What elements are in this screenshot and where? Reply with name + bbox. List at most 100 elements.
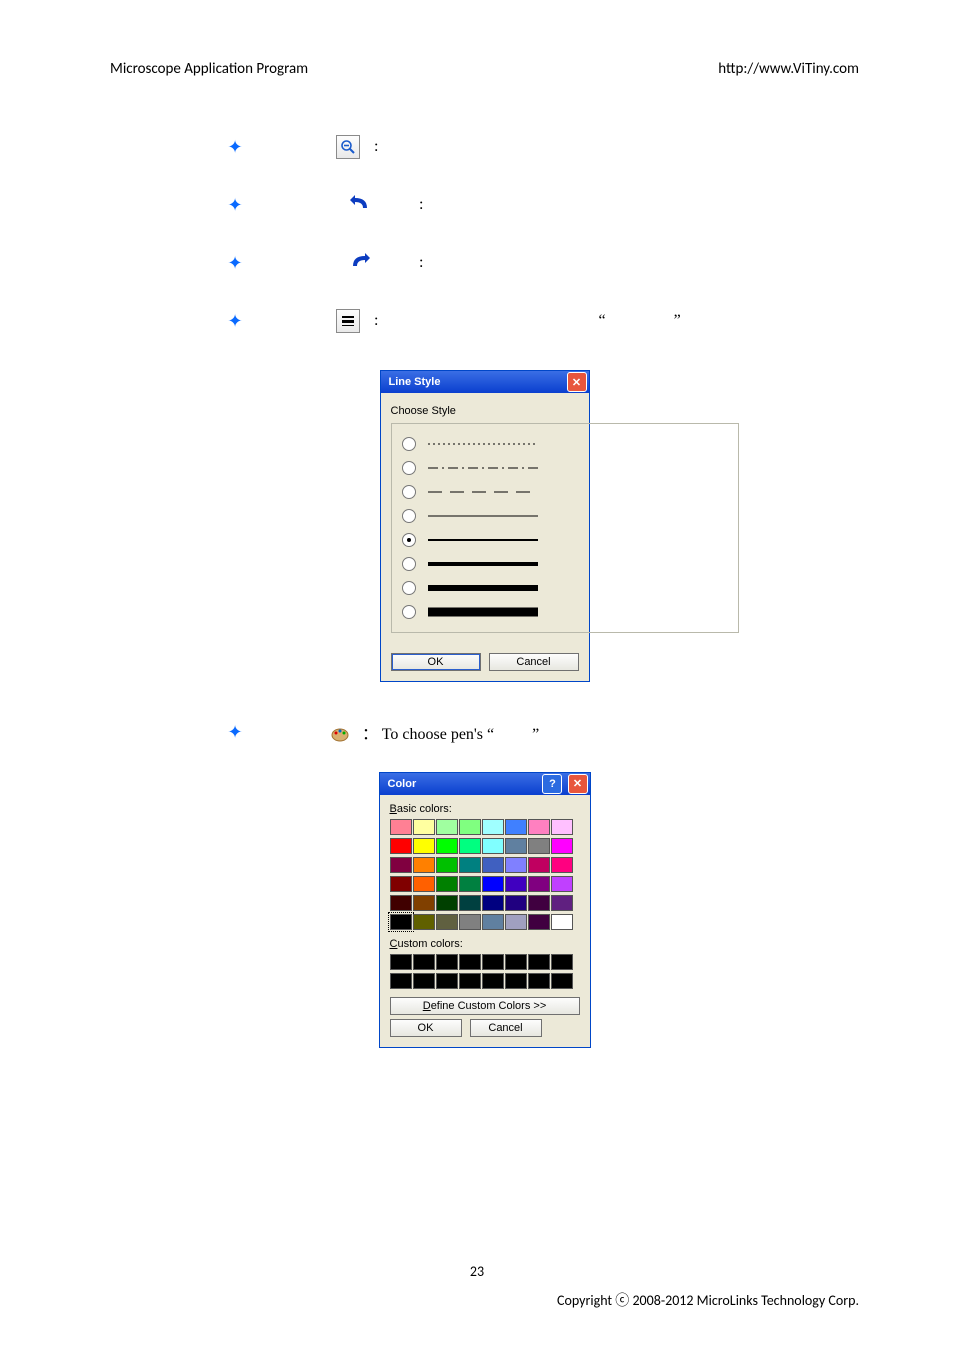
- basic-color-swatch[interactable]: [413, 876, 435, 892]
- custom-color-swatch[interactable]: [459, 973, 481, 989]
- custom-color-swatch[interactable]: [551, 973, 573, 989]
- custom-color-swatch[interactable]: [505, 954, 527, 970]
- custom-color-grid: [390, 954, 580, 989]
- define-custom-button[interactable]: Define Custom Colors >>: [390, 997, 580, 1015]
- help-icon[interactable]: ?: [542, 774, 562, 794]
- line-style-radio-1[interactable]: [402, 461, 416, 475]
- bullet-colon: :: [415, 196, 423, 214]
- line-sample-thicker: [428, 582, 728, 594]
- line-style-radio-4[interactable]: [402, 533, 416, 547]
- basic-color-swatch[interactable]: [390, 895, 412, 911]
- basic-color-swatch[interactable]: [528, 895, 550, 911]
- basic-color-swatch[interactable]: [482, 895, 504, 911]
- basic-color-swatch[interactable]: [413, 838, 435, 854]
- custom-color-swatch[interactable]: [551, 954, 573, 970]
- line-style-radio-7[interactable]: [402, 605, 416, 619]
- bullet-colon: :: [370, 138, 378, 156]
- quote-open: “: [598, 312, 605, 329]
- basic-color-swatch[interactable]: [551, 819, 573, 835]
- basic-color-swatch[interactable]: [413, 857, 435, 873]
- basic-color-swatch[interactable]: [459, 819, 481, 835]
- line-style-radio-6[interactable]: [402, 581, 416, 595]
- basic-color-swatch[interactable]: [459, 838, 481, 854]
- basic-color-swatch[interactable]: [528, 914, 550, 930]
- undo-icon: [349, 194, 371, 217]
- line-style-radio-3[interactable]: [402, 509, 416, 523]
- basic-color-swatch[interactable]: [528, 819, 550, 835]
- dialog-title: Line Style: [389, 376, 441, 388]
- custom-color-swatch[interactable]: [482, 973, 504, 989]
- close-icon[interactable]: ✕: [568, 774, 588, 794]
- basic-color-swatch[interactable]: [413, 819, 435, 835]
- custom-color-swatch[interactable]: [505, 973, 527, 989]
- basic-color-swatch[interactable]: [528, 838, 550, 854]
- custom-color-swatch[interactable]: [436, 973, 458, 989]
- basic-color-swatch[interactable]: [390, 819, 412, 835]
- basic-color-swatch[interactable]: [482, 838, 504, 854]
- custom-color-swatch[interactable]: [390, 954, 412, 970]
- custom-color-swatch[interactable]: [413, 954, 435, 970]
- basic-color-swatch[interactable]: [482, 876, 504, 892]
- basic-color-swatch[interactable]: [413, 895, 435, 911]
- bullet-icon: ✦: [220, 310, 250, 332]
- basic-color-swatch[interactable]: [436, 895, 458, 911]
- color-dialog: Color ? ✕ Basic colors: Custom colors: D…: [379, 772, 591, 1048]
- custom-color-swatch[interactable]: [459, 954, 481, 970]
- basic-color-swatch[interactable]: [459, 895, 481, 911]
- line-sample-thin: [428, 512, 728, 520]
- basic-color-swatch[interactable]: [482, 819, 504, 835]
- basic-color-swatch[interactable]: [436, 838, 458, 854]
- basic-color-swatch[interactable]: [505, 876, 527, 892]
- basic-color-swatch[interactable]: [459, 914, 481, 930]
- page-number: 23: [470, 1263, 484, 1280]
- basic-color-swatch[interactable]: [551, 895, 573, 911]
- close-icon[interactable]: ✕: [567, 372, 587, 392]
- basic-color-swatch[interactable]: [436, 857, 458, 873]
- basic-color-swatch[interactable]: [505, 914, 527, 930]
- quote-close: ”: [532, 726, 539, 743]
- custom-color-swatch[interactable]: [528, 954, 550, 970]
- page-title: Microscope Application Program: [110, 60, 308, 78]
- basic-color-swatch[interactable]: [505, 895, 527, 911]
- basic-color-swatch[interactable]: [551, 914, 573, 930]
- palette-icon: [330, 721, 352, 743]
- basic-color-swatch[interactable]: [551, 838, 573, 854]
- basic-color-swatch[interactable]: [390, 876, 412, 892]
- custom-color-swatch[interactable]: [482, 954, 504, 970]
- line-style-radio-2[interactable]: [402, 485, 416, 499]
- ok-button[interactable]: OK: [390, 1019, 462, 1037]
- line-sample-dashdot: [428, 464, 728, 472]
- line-sample-dashed: [428, 488, 728, 496]
- basic-color-swatch[interactable]: [551, 876, 573, 892]
- basic-color-swatch[interactable]: [413, 914, 435, 930]
- basic-color-swatch[interactable]: [390, 914, 412, 930]
- ok-button[interactable]: OK: [391, 653, 481, 671]
- cancel-button[interactable]: Cancel: [489, 653, 579, 671]
- basic-color-swatch[interactable]: [436, 876, 458, 892]
- basic-color-swatch[interactable]: [551, 857, 573, 873]
- basic-color-swatch[interactable]: [482, 914, 504, 930]
- page-url: http://www.ViTiny.com: [718, 60, 859, 78]
- line-style-radio-0[interactable]: [402, 437, 416, 451]
- quote-close: ”: [674, 312, 681, 329]
- basic-color-swatch[interactable]: [505, 819, 527, 835]
- custom-color-swatch[interactable]: [413, 973, 435, 989]
- color-bullet-colon: ：: [362, 726, 378, 743]
- basic-color-swatch[interactable]: [436, 819, 458, 835]
- custom-color-swatch[interactable]: [390, 973, 412, 989]
- basic-color-swatch[interactable]: [436, 914, 458, 930]
- basic-color-swatch[interactable]: [459, 857, 481, 873]
- basic-color-swatch[interactable]: [505, 838, 527, 854]
- basic-color-swatch[interactable]: [482, 857, 504, 873]
- line-style-radio-5[interactable]: [402, 557, 416, 571]
- basic-color-swatch[interactable]: [528, 857, 550, 873]
- basic-color-swatch[interactable]: [459, 876, 481, 892]
- basic-color-swatch[interactable]: [505, 857, 527, 873]
- custom-color-swatch[interactable]: [436, 954, 458, 970]
- basic-color-swatch[interactable]: [528, 876, 550, 892]
- custom-color-swatch[interactable]: [528, 973, 550, 989]
- line-style-icon: [336, 309, 360, 333]
- basic-color-swatch[interactable]: [390, 838, 412, 854]
- basic-color-swatch[interactable]: [390, 857, 412, 873]
- cancel-button[interactable]: Cancel: [470, 1019, 542, 1037]
